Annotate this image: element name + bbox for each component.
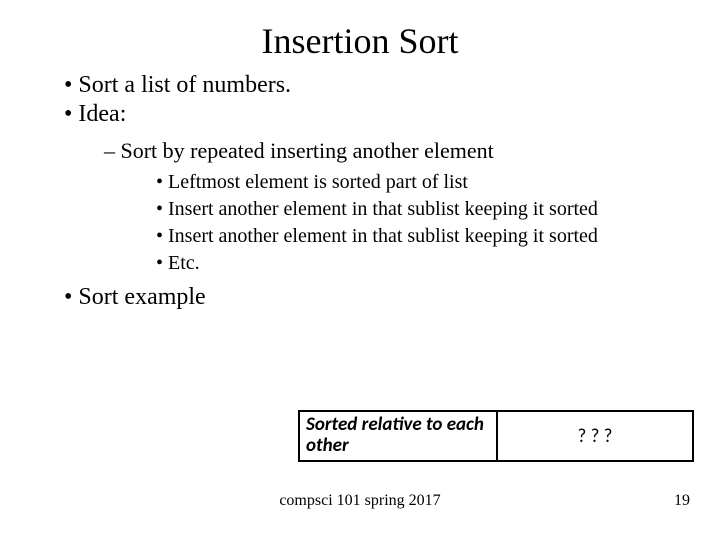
sub-sub-bullet-item: Insert another element in that sublist k… bbox=[156, 224, 680, 249]
sub-bullet-list: Sort by repeated inserting another eleme… bbox=[104, 138, 680, 276]
sub-sub-bullet-item: Insert another element in that sublist k… bbox=[156, 197, 680, 222]
footer-course: compsci 101 spring 2017 bbox=[0, 492, 720, 510]
sub-bullet-item: Sort by repeated inserting another eleme… bbox=[104, 138, 680, 164]
sub-sub-bullet-item: Leftmost element is sorted part of list bbox=[156, 170, 680, 195]
bullet-list: Sort a list of numbers. Idea: Sort by re… bbox=[64, 72, 680, 311]
box-unsorted: ? ? ? bbox=[496, 410, 694, 462]
footer-page-number: 19 bbox=[674, 492, 690, 510]
box-sorted: Sorted relative to each other bbox=[298, 410, 496, 462]
example-boxes: Sorted relative to each other ? ? ? bbox=[298, 410, 694, 462]
sub-sub-bullet-item: Etc. bbox=[156, 251, 680, 276]
slide: Insertion Sort Sort a list of numbers. I… bbox=[0, 0, 720, 540]
bullet-item: Sort example bbox=[64, 284, 680, 311]
slide-title: Insertion Sort bbox=[40, 20, 680, 62]
bullet-item: Idea: bbox=[64, 101, 680, 128]
sub-sub-bullet-list: Leftmost element is sorted part of list … bbox=[156, 170, 680, 276]
bullet-item: Sort a list of numbers. bbox=[64, 72, 680, 99]
